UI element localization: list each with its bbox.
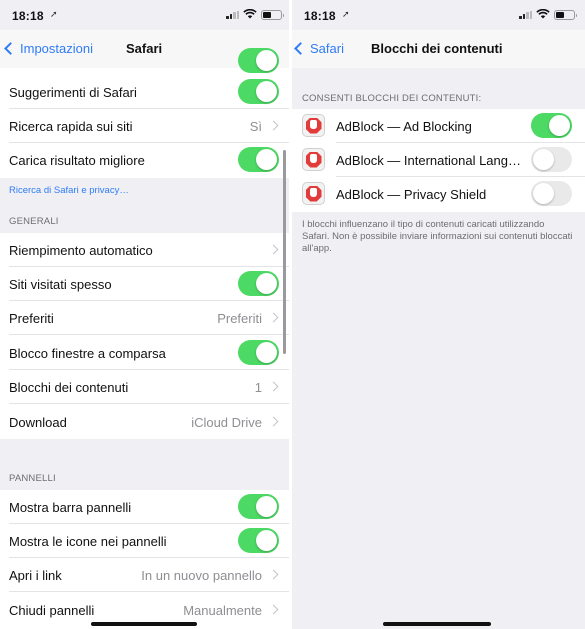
chevron-right-icon (268, 120, 279, 131)
home-indicator[interactable] (383, 622, 491, 626)
wifi-icon (243, 9, 257, 19)
frequently-visited-toggle[interactable] (238, 271, 279, 296)
row-adblock-international[interactable]: AdBlock — International Lang… (292, 143, 585, 177)
page-title: Blocchi dei contenuti (371, 41, 503, 56)
content-blockers-footer: I blocchi influenzano il tipo di contenu… (302, 219, 573, 254)
chevron-right-icon (268, 381, 279, 392)
back-button-label: Impostazioni (20, 41, 93, 56)
location-arrow-icon: ➚ (50, 9, 58, 19)
row-quick-website-search[interactable]: Ricerca rapida sui siti Sì (0, 109, 289, 143)
row-label: Mostra barra pannelli (9, 500, 132, 515)
back-button-label: Safari (310, 41, 344, 56)
row-label: Carica risultato migliore (9, 153, 145, 168)
row-label: AdBlock — Ad Blocking (336, 119, 472, 134)
row-value: 1 (254, 380, 262, 395)
cellular-signal-icon (519, 11, 533, 19)
row-value: Manualmente (183, 603, 262, 618)
row-label: Mostra le icone nei pannelli (9, 534, 167, 549)
row-value: iCloud Drive (191, 415, 262, 430)
location-arrow-icon: ➚ (342, 9, 350, 19)
status-bar: 18:18 ➚ (292, 0, 585, 30)
row-label: Apri i link (9, 568, 62, 583)
safari-privacy-link[interactable]: Ricerca di Safari e privacy… (9, 185, 129, 196)
scrollbar[interactable] (283, 150, 286, 354)
adblock-ad-blocking-toggle[interactable] (531, 113, 572, 138)
row-label: Blocchi dei contenuti (9, 380, 129, 395)
row-adblock-ad-blocking[interactable]: AdBlock — Ad Blocking (292, 109, 585, 143)
row-value: Sì (249, 119, 262, 134)
adblock-international-toggle[interactable] (531, 147, 572, 172)
wifi-icon (536, 9, 550, 19)
page-title: Safari (126, 41, 163, 56)
row-label: Suggerimenti di Safari (9, 85, 137, 100)
row-frequently-visited[interactable]: Siti visitati spesso (0, 267, 289, 301)
show-icons-in-tabs-toggle[interactable] (238, 528, 279, 553)
safari-suggestions-toggle[interactable] (238, 79, 279, 104)
home-indicator[interactable] (91, 622, 197, 626)
safari-settings-screen: 18:18 ➚ Impostazioni Safari Suggerimenti… (0, 0, 289, 629)
row-label: Chiudi pannelli (9, 603, 95, 618)
section-header-allow-blockers: CONSENTI BLOCCHI DEI CONTENUTI: (302, 93, 482, 104)
row-open-links[interactable]: Apri i link In un nuovo pannello (0, 558, 289, 592)
cellular-signal-icon (226, 11, 240, 19)
row-label: Riempimento automatico (9, 243, 153, 258)
search-settings-group: Suggerimenti di Safari Ricerca rapida su… (0, 48, 289, 178)
row-show-icons-in-tabs[interactable]: Mostra le icone nei pannelli (0, 524, 289, 558)
row-adblock-privacy-shield[interactable]: AdBlock — Privacy Shield (292, 177, 585, 211)
status-bar: 18:18 ➚ (0, 0, 289, 30)
battery-icon (554, 10, 577, 20)
navigation-bar: Safari Blocchi dei contenuti (292, 30, 585, 68)
row-label: Download (9, 415, 67, 430)
row-favorites[interactable]: Preferiti Preferiti (0, 301, 289, 335)
adblock-hand-icon (302, 114, 325, 137)
show-tab-bar-toggle[interactable] (238, 494, 279, 519)
back-button[interactable]: Safari (292, 41, 344, 56)
section-header-tabs: PANNELLI (9, 473, 56, 484)
chevron-right-icon (268, 604, 279, 615)
chevron-right-icon (268, 569, 279, 580)
row-show-tab-bar[interactable]: Mostra barra pannelli (0, 490, 289, 524)
chevron-right-icon (268, 244, 279, 255)
chevron-right-icon (268, 416, 279, 427)
chevron-left-icon (294, 42, 307, 55)
toggle-partially-hidden[interactable] (238, 48, 279, 73)
row-content-blockers[interactable]: Blocchi dei contenuti 1 (0, 370, 289, 404)
row-label: Ricerca rapida sui siti (9, 119, 133, 134)
battery-icon (261, 10, 284, 20)
adblock-hand-icon (302, 182, 325, 205)
row-safari-suggestions[interactable]: Suggerimenti di Safari (0, 75, 289, 109)
preload-top-hit-toggle[interactable] (238, 147, 279, 172)
row-autofill[interactable]: Riempimento automatico (0, 233, 289, 267)
chevron-right-icon (268, 312, 279, 323)
status-time: 18:18 (12, 9, 44, 23)
adblock-privacy-shield-toggle[interactable] (531, 181, 572, 206)
content-blockers-group: AdBlock — Ad Blocking AdBlock — Internat… (292, 109, 585, 212)
adblock-hand-icon (302, 148, 325, 171)
section-header-general: GENERALI (9, 216, 59, 227)
row-label: AdBlock — International Lang… (336, 153, 521, 168)
status-time: 18:18 (304, 9, 336, 23)
block-popups-toggle[interactable] (238, 340, 279, 365)
chevron-left-icon (4, 42, 17, 55)
back-button[interactable]: Impostazioni (2, 41, 93, 56)
row-label: AdBlock — Privacy Shield (336, 187, 487, 202)
row-block-popups[interactable]: Blocco finestre a comparsa (0, 336, 289, 370)
row-preload-top-hit[interactable]: Carica risultato migliore (0, 143, 289, 177)
row-label: Preferiti (9, 311, 54, 326)
general-settings-group: Riempimento automatico Siti visitati spe… (0, 233, 289, 439)
row-value: Preferiti (217, 311, 262, 326)
tabs-settings-group: Mostra barra pannelli Mostra le icone ne… (0, 490, 289, 629)
row-label: Blocco finestre a comparsa (9, 346, 166, 361)
row-label: Siti visitati spesso (9, 277, 112, 292)
row-downloads[interactable]: Download iCloud Drive (0, 405, 289, 439)
content-blockers-screen: 18:18 ➚ Safari Blocchi dei contenuti CON… (292, 0, 585, 629)
row-value: In un nuovo pannello (141, 568, 262, 583)
